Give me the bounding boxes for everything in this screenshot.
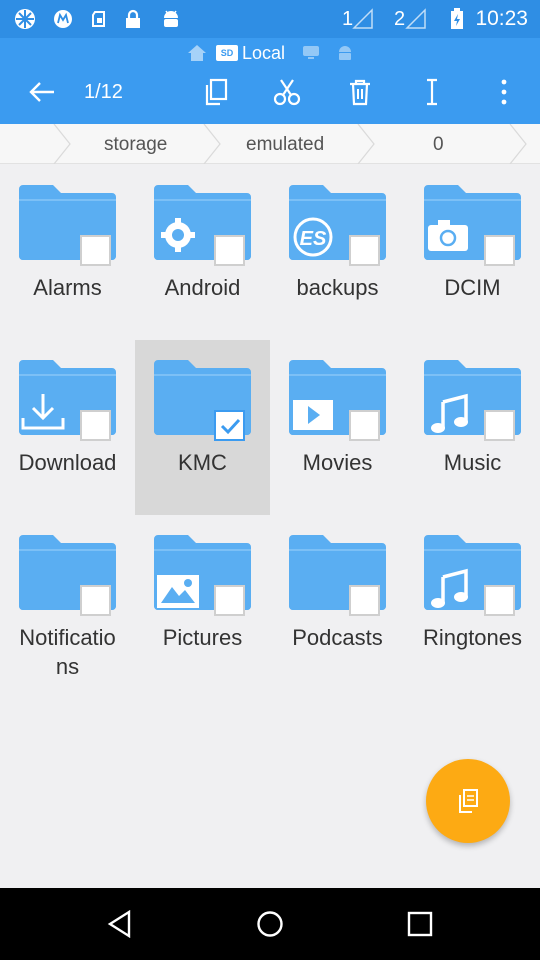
app-icon [14,8,36,30]
breadcrumb: storage emulated 0 [0,124,540,164]
folder-name: Podcasts [292,625,383,650]
nav-home-button[interactable] [250,904,290,944]
folder-name: DCIM [444,275,501,300]
folder-item[interactable]: Pictures [135,515,270,690]
app-header: 1 2 10:23 SD Local 1/12 [0,0,540,124]
folder-name-line: Notificatio [19,625,116,650]
folder-item[interactable]: Android [135,165,270,340]
sim2-label: 2 [394,8,406,30]
signal-icon [405,8,427,30]
cut-button[interactable] [267,72,307,112]
nav-back-button[interactable] [100,904,140,944]
select-checkbox[interactable] [214,410,245,441]
sd-card-icon: SD [216,45,238,61]
folder-name: Pictures [162,625,243,650]
folder-item[interactable]: Notificatio ns [0,515,135,690]
rename-button[interactable] [412,72,452,112]
breadcrumb-item-emulated[interactable]: emulated [246,134,324,156]
select-checkbox[interactable] [484,585,515,616]
delete-button[interactable] [340,72,380,112]
select-checkbox[interactable] [349,585,380,616]
folder-name: Notificatio ns [0,623,135,681]
breadcrumb-item-0[interactable]: 0 [433,134,444,156]
select-checkbox[interactable] [349,235,380,266]
folder-item[interactable]: Movies [270,340,405,515]
select-checkbox[interactable] [80,585,111,616]
back-button[interactable] [22,72,62,112]
navigation-bar [0,888,540,960]
clock: 10:23 [475,7,528,30]
home-icon[interactable] [187,44,207,62]
location-label: Local [242,42,286,63]
breadcrumb-item-storage[interactable]: storage [104,134,167,156]
folder-name: Alarms [33,275,102,300]
paste-fab-button[interactable] [426,759,510,843]
copy-button[interactable] [196,72,236,112]
select-checkbox[interactable] [484,410,515,441]
folder-item[interactable]: Alarms [0,165,135,340]
folder-name: Download [18,450,117,475]
select-checkbox[interactable] [214,235,245,266]
selection-count: 1/12 [84,81,123,103]
folder-item[interactable]: Download [0,340,135,515]
status-bar: 1 2 10:23 [0,0,540,38]
folder-name: Movies [302,450,373,475]
folder-item[interactable]: DCIM [405,165,540,340]
folder-item[interactable]: Podcasts [270,515,405,690]
breadcrumb-separator-icon [509,124,527,164]
breadcrumb-separator-icon [357,124,375,164]
select-checkbox[interactable] [80,235,111,266]
network-icon[interactable] [302,45,320,60]
location-bar: SD Local [0,40,540,66]
breadcrumb-separator-icon [203,124,221,164]
lock-icon [122,8,144,30]
breadcrumb-separator-icon [53,124,71,164]
more-options-button[interactable] [484,72,524,112]
select-checkbox[interactable] [214,585,245,616]
sim-icon [88,8,110,30]
location-chip-local[interactable]: SD Local [216,42,285,64]
paste-icon [459,789,478,813]
select-checkbox[interactable] [484,235,515,266]
folder-name: KMC [178,450,227,475]
motorola-icon [52,8,74,30]
nav-recents-button[interactable] [400,904,440,944]
svg-text:ES: ES [300,228,327,250]
folder-item[interactable]: Music [405,340,540,515]
folder-name: Ringtones [422,625,523,650]
folder-name-line: ns [55,654,80,679]
folder-item[interactable]: Ringtones [405,515,540,690]
folder-item[interactable]: KMC [135,340,270,515]
android-icon[interactable] [336,45,354,60]
android-icon [160,8,182,30]
folder-name: backups [296,275,379,300]
signal-icon [352,8,374,30]
folder-name: Android [164,275,241,300]
select-checkbox[interactable] [80,410,111,441]
battery-icon [446,8,468,30]
folder-name: Music [443,450,502,475]
select-checkbox[interactable] [349,410,380,441]
folder-item[interactable]: ES backups [270,165,405,340]
